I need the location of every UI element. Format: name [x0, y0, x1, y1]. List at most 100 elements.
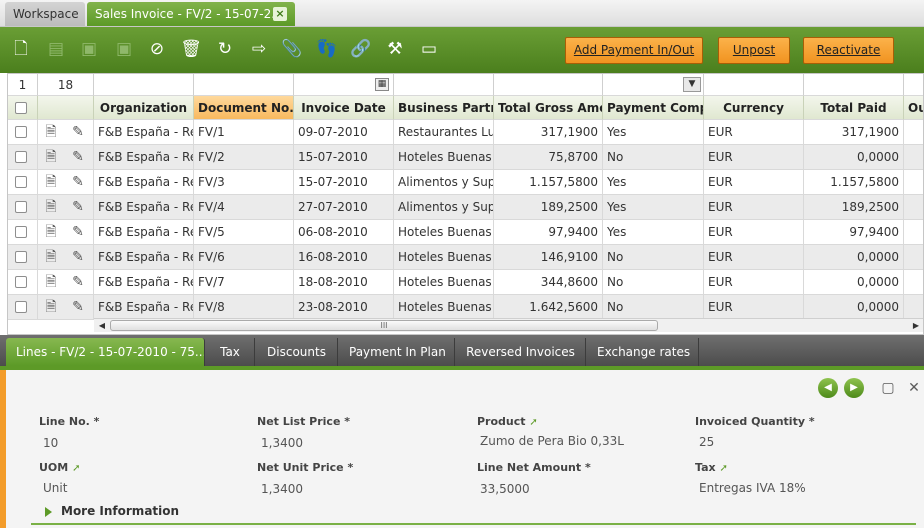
- cell-outstanding[interactable]: [904, 295, 923, 320]
- col-currency[interactable]: Currency: [704, 96, 804, 120]
- cell-invoice-date[interactable]: 23-08-2010: [294, 295, 394, 320]
- cell-invoice-date[interactable]: 09-07-2010: [294, 120, 394, 145]
- product-link-icon[interactable]: ➚: [529, 417, 537, 428]
- filter-organization[interactable]: [94, 74, 194, 96]
- cell-currency[interactable]: EUR: [704, 220, 804, 245]
- filter-invoice-date[interactable]: ▦: [294, 74, 394, 96]
- open-form-icon[interactable]: 🗎: [43, 173, 59, 191]
- cell-total-paid[interactable]: 0,0000: [804, 270, 904, 295]
- tab-sales-invoice[interactable]: Sales Invoice - FV/2 - 15-07-2... ×: [87, 2, 295, 26]
- col-document-no[interactable]: Document No. ▲: [194, 96, 294, 120]
- col-organization[interactable]: Organization: [94, 96, 194, 120]
- open-form-icon[interactable]: 🗎: [43, 198, 59, 216]
- open-form-icon[interactable]: 🗎: [43, 148, 59, 166]
- tab-workspace[interactable]: Workspace: [5, 2, 85, 26]
- horizontal-scrollbar[interactable]: ◀ III ▶: [94, 318, 923, 332]
- cell-organization[interactable]: F&B España - Re: [94, 170, 194, 195]
- tab-payment-in-plan[interactable]: Payment In Plan: [339, 338, 455, 366]
- expand-arrow-icon[interactable]: [45, 507, 52, 517]
- attachment-icon[interactable]: 📎: [281, 38, 303, 60]
- row-checkbox[interactable]: [15, 126, 27, 138]
- next-record-icon[interactable]: ▶: [844, 378, 864, 398]
- cell-currency[interactable]: EUR: [704, 195, 804, 220]
- cell-total-gross[interactable]: 1.642,5600: [494, 295, 603, 320]
- row-checkbox[interactable]: [15, 251, 27, 263]
- edit-pencil-icon[interactable]: ✎: [70, 223, 86, 241]
- cell-total-gross[interactable]: 317,1900: [494, 120, 603, 145]
- table-row[interactable]: 🗎 ✎ F&B España - Re FV/3 15-07-2010 Alimentos…: [8, 170, 923, 195]
- tab-tax[interactable]: Tax: [206, 338, 255, 366]
- cell-document-no[interactable]: FV/2: [194, 145, 294, 170]
- table-row[interactable]: 🗎 ✎ F&B España - Re FV/8 23-08-2010 Hoteles B…: [8, 295, 923, 320]
- cell-total-paid[interactable]: 317,1900: [804, 120, 904, 145]
- cell-payment-complete[interactable]: Yes: [603, 120, 704, 145]
- table-row[interactable]: 🗎 ✎ F&B España - Re FV/7 18-08-2010 Hoteles B…: [8, 270, 923, 295]
- cell-currency[interactable]: EUR: [704, 245, 804, 270]
- cell-outstanding[interactable]: [904, 170, 923, 195]
- cell-organization[interactable]: F&B España - Re: [94, 120, 194, 145]
- audit-trail-icon[interactable]: 👣: [316, 38, 338, 60]
- open-form-icon[interactable]: 🗎: [43, 123, 59, 141]
- cell-document-no[interactable]: FV/3: [194, 170, 294, 195]
- scrollbar-thumb[interactable]: III: [110, 320, 658, 331]
- scroll-left-icon[interactable]: ◀: [96, 320, 108, 331]
- cell-total-gross[interactable]: 146,9100: [494, 245, 603, 270]
- row-checkbox[interactable]: [15, 301, 27, 313]
- export-icon[interactable]: ⇨: [248, 38, 270, 60]
- cell-outstanding[interactable]: [904, 195, 923, 220]
- cell-total-gross[interactable]: 189,2500: [494, 195, 603, 220]
- value-line-net-amount[interactable]: 33,5000: [480, 482, 530, 496]
- row-checkbox[interactable]: [15, 151, 27, 163]
- reactivate-button[interactable]: Reactivate: [803, 37, 894, 64]
- filter-outstanding[interactable]: [904, 74, 923, 96]
- col-outstanding[interactable]: Outs: [904, 96, 923, 120]
- col-payment-complete[interactable]: Payment Complete: [603, 96, 704, 120]
- value-invoiced-quantity[interactable]: 25: [699, 435, 714, 449]
- cell-currency[interactable]: EUR: [704, 295, 804, 320]
- cell-document-no[interactable]: FV/8: [194, 295, 294, 320]
- add-payment-button[interactable]: Add Payment In/Out: [565, 37, 703, 64]
- tab-discounts[interactable]: Discounts: [256, 338, 338, 366]
- cell-invoice-date[interactable]: 27-07-2010: [294, 195, 394, 220]
- cell-invoice-date[interactable]: 18-08-2010: [294, 270, 394, 295]
- delete-icon[interactable]: 🗑: [180, 38, 202, 60]
- cell-total-gross[interactable]: 75,8700: [494, 145, 603, 170]
- cell-payment-complete[interactable]: Yes: [603, 195, 704, 220]
- select-all-checkbox[interactable]: [15, 102, 27, 114]
- filter-total-gross[interactable]: [494, 74, 603, 96]
- row-checkbox[interactable]: [15, 276, 27, 288]
- cell-payment-complete[interactable]: No: [603, 270, 704, 295]
- cell-outstanding[interactable]: [904, 245, 923, 270]
- close-form-icon[interactable]: ✕: [905, 379, 923, 397]
- tab-lines[interactable]: Lines - FV/2 - 15-07-2010 - 75...: [6, 338, 205, 366]
- edit-pencil-icon[interactable]: ✎: [70, 248, 86, 266]
- row-checkbox[interactable]: [15, 201, 27, 213]
- col-total-paid[interactable]: Total Paid: [804, 96, 904, 120]
- cell-organization[interactable]: F&B España - Re: [94, 145, 194, 170]
- edit-pencil-icon[interactable]: ✎: [70, 148, 86, 166]
- tax-link-icon[interactable]: ➚: [719, 463, 727, 474]
- unpost-button[interactable]: Unpost: [718, 37, 790, 64]
- cell-total-paid[interactable]: 0,0000: [804, 245, 904, 270]
- previous-record-icon[interactable]: ◀: [818, 378, 838, 398]
- cell-outstanding[interactable]: [904, 270, 923, 295]
- chevron-down-icon[interactable]: ▼: [683, 77, 701, 92]
- table-row[interactable]: 🗎 ✎ F&B España - Re FV/2 15-07-2010 Hoteles B…: [8, 145, 923, 170]
- cell-document-no[interactable]: FV/6: [194, 245, 294, 270]
- open-form-icon[interactable]: 🗎: [43, 273, 59, 291]
- open-form-icon[interactable]: 🗎: [43, 223, 59, 241]
- filter-business-partner[interactable]: [394, 74, 494, 96]
- cell-invoice-date[interactable]: 15-07-2010: [294, 145, 394, 170]
- table-row[interactable]: 🗎 ✎ F&B España - Re FV/6 16-08-2010 Hoteles B…: [8, 245, 923, 270]
- cell-business-partner[interactable]: Hoteles Buenas: [394, 220, 494, 245]
- filter-document-no[interactable]: [194, 74, 294, 96]
- cell-business-partner[interactable]: Hoteles Buenas: [394, 145, 494, 170]
- refresh-icon[interactable]: ↻: [214, 38, 236, 60]
- cell-business-partner[interactable]: Hoteles Buenas: [394, 295, 494, 320]
- cell-document-no[interactable]: FV/4: [194, 195, 294, 220]
- filter-total-paid[interactable]: [804, 74, 904, 96]
- cell-organization[interactable]: F&B España - Re: [94, 270, 194, 295]
- save-close-icon[interactable]: ▣: [113, 38, 135, 60]
- cell-document-no[interactable]: FV/7: [194, 270, 294, 295]
- tools-icon[interactable]: ⚒: [384, 38, 406, 60]
